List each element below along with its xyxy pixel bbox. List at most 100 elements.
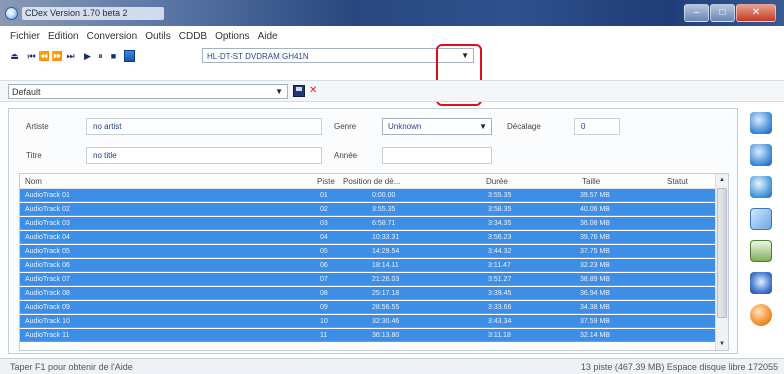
- column-header-duration[interactable]: Durée: [486, 176, 508, 187]
- table-row[interactable]: AudioTrack 09 09 28:56.55 3:33.66 34.38 MB: [20, 301, 716, 314]
- track-start-cell: 10:33.31: [372, 234, 400, 241]
- artist-input[interactable]: no artist: [86, 118, 322, 135]
- table-row[interactable]: AudioTrack 07 07 21:26.03 3:51.27 38.89 MB: [20, 273, 716, 286]
- track-size-cell: 40.06 MB: [580, 206, 610, 213]
- table-row[interactable]: AudioTrack 03 03 6:58.71 3:34.35 36.08 MB: [20, 217, 716, 230]
- menu-options[interactable]: Options: [215, 30, 249, 44]
- track-size-cell: 36.94 MB: [580, 290, 610, 297]
- table-row[interactable]: AudioTrack 04 04 10:33.31 3:56.23 39.76 MB: [20, 231, 716, 244]
- grid-icon[interactable]: [750, 208, 772, 230]
- scrollbar-thumb[interactable]: [717, 188, 727, 318]
- cd-info-icon[interactable]: [124, 50, 135, 62]
- table-row[interactable]: AudioTrack 11 11 36:13.80 3:11.18 32.14 MB: [20, 329, 716, 342]
- table-row[interactable]: AudioTrack 05 05 14:29.54 3:44.32 37.75 MB: [20, 245, 716, 258]
- rewind-icon[interactable]: ⏪: [38, 48, 51, 64]
- table-row[interactable]: AudioTrack 10 10 32:30.46 3:43.34 37.59 MB: [20, 315, 716, 328]
- year-input[interactable]: [382, 147, 492, 164]
- chevron-down-icon: ▼: [275, 87, 283, 96]
- track-name-cell: AudioTrack 09: [25, 304, 70, 311]
- table-row[interactable]: AudioTrack 06 06 18:14.11 3:11.47 32.23 MB: [20, 259, 716, 272]
- profile-row: Default ▼ ✕: [0, 80, 784, 102]
- track-start-cell: 32:30.46: [372, 318, 400, 325]
- track-start-cell: 0:00.00: [372, 192, 396, 199]
- track-number-cell: 01: [320, 192, 328, 199]
- track-start-cell: 18:14.11: [372, 262, 399, 269]
- eject-icon[interactable]: ⏏: [8, 48, 21, 64]
- track-start-cell: 21:26.03: [372, 276, 400, 283]
- track-name-cell: AudioTrack 04: [25, 234, 70, 241]
- artist-label: Artiste: [26, 122, 49, 131]
- track-duration-cell: 3:55.35: [488, 192, 512, 199]
- globe-refresh-icon[interactable]: [750, 144, 772, 166]
- track-duration-cell: 3:11.18: [488, 332, 511, 339]
- monitor-icon[interactable]: [750, 240, 772, 262]
- status-right: 13 piste (467.39 MB) Espace disque libre…: [580, 362, 778, 372]
- offset-input[interactable]: 0: [574, 118, 620, 135]
- genre-select-value: Unknown: [388, 122, 422, 131]
- track-number-cell: 08: [320, 290, 328, 297]
- maximize-button[interactable]: □: [710, 4, 735, 22]
- globe-refresh-icon[interactable]: [750, 112, 772, 134]
- table-scrollbar[interactable]: ▲ ▼: [715, 174, 728, 350]
- column-header-status[interactable]: Statut: [667, 176, 688, 187]
- menu-aide[interactable]: Aide: [258, 30, 278, 44]
- track-duration-cell: 3:33.66: [488, 304, 512, 311]
- profile-select[interactable]: Default ▼: [8, 84, 288, 99]
- menu-fichier[interactable]: Fichier: [10, 30, 40, 44]
- menu-conversion[interactable]: Conversion: [87, 30, 138, 44]
- track-size-cell: 39.76 MB: [580, 234, 610, 241]
- menu-edition[interactable]: Edition: [48, 30, 79, 44]
- table-row[interactable]: AudioTrack 08 08 25:17.18 3:39.45 36.94 MB: [20, 287, 716, 300]
- title-input[interactable]: no title: [86, 147, 322, 164]
- delete-icon[interactable]: ✕: [309, 83, 317, 98]
- chevron-down-icon: ▼: [479, 122, 487, 131]
- minimize-button[interactable]: –: [684, 4, 709, 22]
- status-bar: Taper F1 pour obtenir de l'Aide 13 piste…: [0, 358, 784, 374]
- track-name-cell: AudioTrack 07: [25, 276, 70, 283]
- track-size-cell: 37.59 MB: [580, 318, 610, 325]
- track-name-cell: AudioTrack 10: [25, 318, 70, 325]
- track-duration-cell: 3:11.47: [488, 262, 511, 269]
- scroll-down-icon[interactable]: ▼: [716, 338, 728, 350]
- table-row[interactable]: AudioTrack 02 02 3:55.35 3:58.35 40.06 MB: [20, 203, 716, 216]
- menu-cddb[interactable]: CDDB: [179, 30, 207, 44]
- help-icon[interactable]: [750, 304, 772, 326]
- next-track-icon[interactable]: ⏭: [64, 48, 77, 64]
- drive-select[interactable]: HL-DT-ST DVDRAM GH41N ▼: [202, 48, 474, 63]
- window-controls: – □ ✕: [683, 4, 776, 22]
- track-size-cell: 38.89 MB: [580, 276, 610, 283]
- music-notes-icon[interactable]: [750, 272, 772, 294]
- column-header-start[interactable]: Position de dé...: [343, 176, 400, 187]
- genre-select[interactable]: Unknown ▼: [382, 118, 492, 135]
- track-duration-cell: 3:34.35: [488, 220, 512, 227]
- column-header-track[interactable]: Piste: [317, 176, 335, 187]
- track-number-cell: 09: [320, 304, 328, 311]
- menu-outils[interactable]: Outils: [145, 30, 171, 44]
- save-icon[interactable]: [293, 85, 305, 97]
- column-header-size[interactable]: Taille: [582, 176, 600, 187]
- previous-track-icon[interactable]: ⏮: [25, 48, 38, 64]
- track-name-cell: AudioTrack 11: [25, 332, 70, 339]
- offset-label: Décalage: [507, 122, 541, 131]
- track-duration-cell: 3:58.35: [488, 206, 512, 213]
- track-size-cell: 34.38 MB: [580, 304, 610, 311]
- play-icon[interactable]: ▶: [81, 48, 94, 64]
- fast-forward-icon[interactable]: ⏩: [51, 48, 64, 64]
- title-label: Titre: [26, 151, 42, 160]
- track-size-cell: 36.08 MB: [580, 220, 610, 227]
- track-start-cell: 36:13.80: [372, 332, 400, 339]
- status-left: Taper F1 pour obtenir de l'Aide: [10, 362, 133, 372]
- track-table: Nom Piste Position de dé... Durée Taille…: [19, 173, 729, 351]
- track-number-cell: 10: [320, 318, 328, 325]
- genre-label: Genre: [334, 122, 357, 131]
- column-header-name[interactable]: Nom: [25, 176, 42, 187]
- close-button[interactable]: ✕: [736, 4, 776, 22]
- track-duration-cell: 3:39.45: [488, 290, 512, 297]
- scroll-up-icon[interactable]: ▲: [716, 174, 728, 186]
- track-number-cell: 02: [320, 206, 328, 213]
- stop-icon[interactable]: ■: [107, 48, 120, 64]
- table-row[interactable]: AudioTrack 01 01 0:00.00 3:55.35 39.57 MB: [20, 189, 716, 202]
- pause-icon[interactable]: ⏸: [94, 48, 107, 64]
- globe-settings-icon[interactable]: [750, 176, 772, 198]
- track-size-cell: 32.14 MB: [580, 332, 610, 339]
